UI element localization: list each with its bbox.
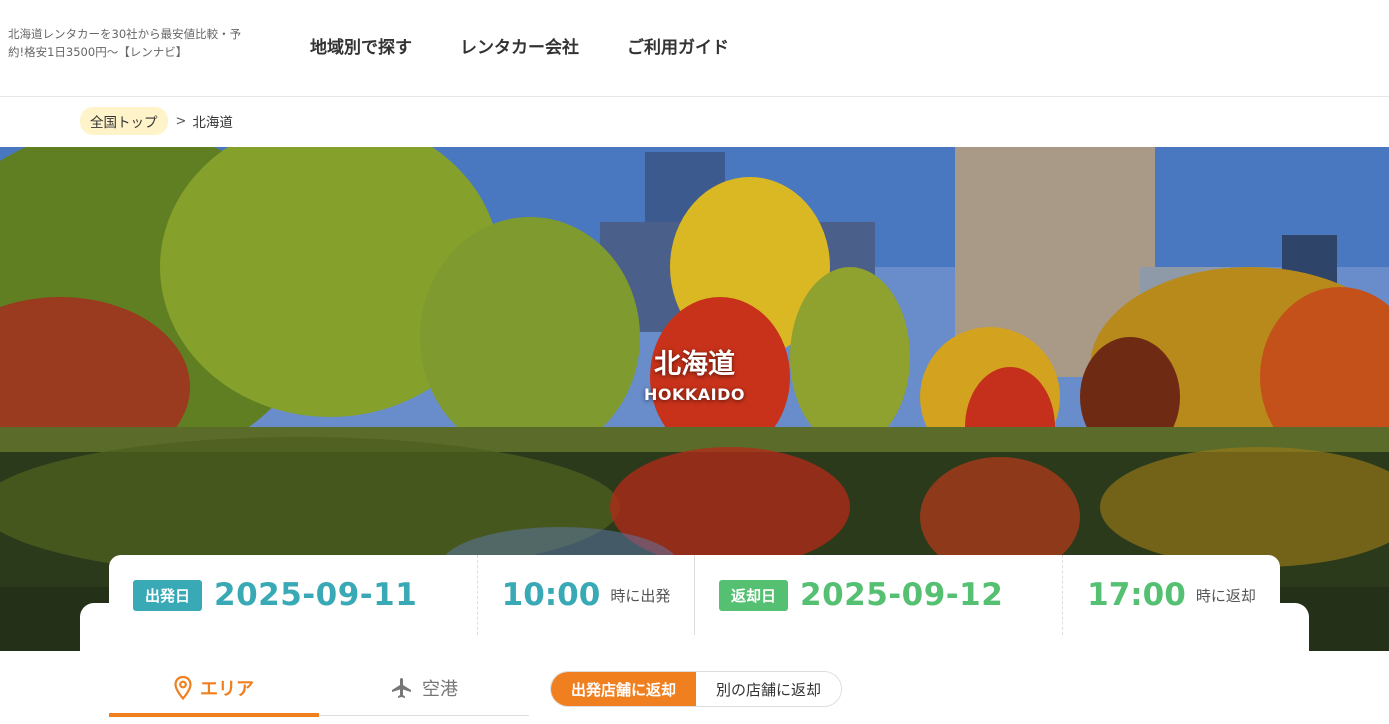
site-logo-text[interactable]: 北海道レンタカーを30社から最安値比較・予約!格安1日3500円〜【レンナビ】 [8,25,248,61]
return-same-store-button[interactable]: 出発店舗に返却 [551,672,697,706]
return-time-field[interactable]: 17:00 時に返却 [1063,555,1280,635]
tab-airport-label: 空港 [422,679,458,700]
breadcrumb: 全国トップ > 北海道 [80,107,233,135]
return-date-badge: 返却日 [719,579,789,611]
nav-item-rental-companies[interactable]: レンタカー会社 [460,33,579,58]
departure-time-suffix: 時に出発 [610,586,671,605]
main-nav: 地域別で探す レンタカー会社 ご利用ガイド [310,33,777,58]
map-pin-icon [174,676,192,700]
departure-time-field[interactable]: 10:00 時に出発 [478,555,695,635]
date-time-bar: 出発日 2025-09-11 10:00 時に出発 返却日 2025-09-12… [109,555,1280,635]
return-date-field[interactable]: 返却日 2025-09-12 [695,555,1063,635]
departure-date-field[interactable]: 出発日 2025-09-11 [109,555,478,635]
hero-subtitle: HOKKAIDO [643,385,745,404]
search-type-tabs: エリア 空港 [109,660,529,717]
return-time-suffix: 時に返却 [1195,586,1256,605]
return-date-value[interactable]: 2025-09-12 [800,577,1003,613]
tab-area-label: エリア [200,679,254,700]
departure-date-badge: 出発日 [133,579,203,611]
nav-item-guide[interactable]: ご利用ガイド [627,33,729,58]
departure-time-value[interactable]: 10:00 [502,577,601,613]
return-location-toggle: 出発店舗に返却 別の店舗に返却 [550,671,843,707]
departure-date-value[interactable]: 2025-09-11 [214,577,417,613]
site-header: 北海道レンタカーを30社から最安値比較・予約!格安1日3500円〜【レンナビ】 … [0,0,1389,97]
nav-item-region[interactable]: 地域別で探す [310,33,412,58]
breadcrumb-separator-icon: > [175,113,187,129]
return-other-store-button[interactable]: 別の店舗に返却 [696,672,842,706]
tab-airport[interactable]: 空港 [319,660,529,716]
hero-title: 北海道 [654,349,735,380]
airplane-icon [390,676,414,700]
breadcrumb-home-link[interactable]: 全国トップ [80,107,168,135]
tab-area[interactable]: エリア [109,660,319,717]
return-time-value[interactable]: 17:00 [1087,577,1186,613]
breadcrumb-current: 北海道 [192,115,233,131]
